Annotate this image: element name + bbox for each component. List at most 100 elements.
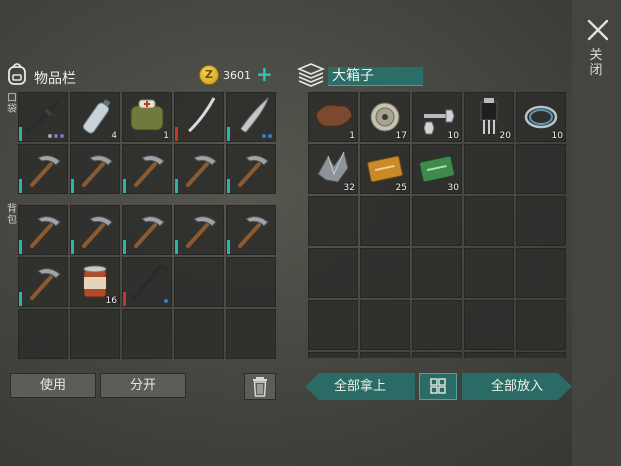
- rarity-bar: [227, 240, 230, 254]
- split-button[interactable]: 分开: [100, 373, 186, 398]
- rarity-bar: [123, 292, 126, 306]
- pocket-grid: 41: [18, 92, 276, 194]
- pickaxe-icon: [134, 216, 165, 248]
- item-count: 10: [447, 131, 459, 141]
- item-count: 10: [551, 131, 563, 141]
- pocket-slot[interactable]: 1: [122, 92, 172, 142]
- chest-slot[interactable]: 25: [360, 144, 410, 194]
- pickaxe-icon: [238, 216, 269, 248]
- rarity-bar: [19, 179, 22, 193]
- pocket-slot[interactable]: [70, 144, 120, 194]
- backpack-slot[interactable]: [122, 205, 172, 255]
- trash-button[interactable]: [244, 373, 276, 400]
- backpack-slot[interactable]: [174, 205, 224, 255]
- rarity-bar: [227, 179, 230, 193]
- inventory-title: 物品栏: [34, 71, 76, 87]
- backpack-slot[interactable]: [70, 205, 120, 255]
- chest-stack-icon: [297, 63, 325, 87]
- rarity-bar: [123, 179, 126, 193]
- chest-slot[interactable]: [308, 248, 358, 298]
- pickaxe-icon: [30, 155, 61, 187]
- backpack-slot[interactable]: [174, 257, 224, 307]
- pickaxe-icon: [30, 216, 61, 248]
- backpack-slot[interactable]: [122, 257, 172, 307]
- chest-slot[interactable]: [360, 300, 410, 350]
- chest-slot[interactable]: 32: [308, 144, 358, 194]
- backpack-slot[interactable]: [70, 309, 120, 359]
- chest-slot[interactable]: [412, 300, 462, 350]
- chest-title: 大箱子: [332, 68, 374, 84]
- backpack-slot[interactable]: [122, 309, 172, 359]
- item-count: 16: [105, 296, 117, 306]
- chest-grid: 1 17 10 20 10 32 25 30: [308, 92, 566, 358]
- sort-button[interactable]: [419, 373, 457, 400]
- backpack-slot[interactable]: [18, 309, 68, 359]
- katana-icon: [181, 97, 216, 139]
- chest-slot[interactable]: [360, 248, 410, 298]
- pocket-slot[interactable]: [226, 144, 276, 194]
- pickaxe-icon: [186, 155, 217, 187]
- chest-slot[interactable]: [464, 196, 514, 246]
- trash-icon: [253, 377, 267, 397]
- item-count: 17: [395, 131, 407, 141]
- backpack-slot[interactable]: [226, 205, 276, 255]
- pocket-slot[interactable]: [226, 92, 276, 142]
- chest-slot[interactable]: [464, 352, 514, 358]
- pocket-slot[interactable]: [18, 92, 68, 142]
- rarity-bar: [71, 179, 74, 193]
- item-count: 1: [163, 131, 169, 141]
- rarity-bar: [19, 127, 22, 141]
- chest-slot[interactable]: [308, 196, 358, 246]
- rarity-bar: [175, 127, 178, 141]
- pocket-slot[interactable]: [122, 144, 172, 194]
- chest-slot[interactable]: [516, 144, 566, 194]
- chest-name-field[interactable]: 大箱子: [328, 67, 423, 86]
- coin-icon: Z: [199, 65, 219, 85]
- chest-slot[interactable]: 17: [360, 92, 410, 142]
- chest-slot[interactable]: 1: [308, 92, 358, 142]
- use-button[interactable]: 使用: [10, 373, 96, 398]
- chest-slot[interactable]: [360, 196, 410, 246]
- chest-slot[interactable]: [464, 248, 514, 298]
- put-all-button[interactable]: 全部放入: [462, 373, 572, 400]
- chest-slot[interactable]: 10: [516, 92, 566, 142]
- chest-slot[interactable]: [412, 248, 462, 298]
- close-label[interactable]: 关闭: [588, 48, 604, 78]
- chest-slot[interactable]: [464, 144, 514, 194]
- pocket-slot[interactable]: 4: [70, 92, 120, 142]
- pocket-slot[interactable]: [18, 144, 68, 194]
- coin-count: 3601: [223, 69, 251, 82]
- item-count: 30: [447, 183, 459, 193]
- backpack-slot[interactable]: [226, 309, 276, 359]
- chest-slot[interactable]: [308, 300, 358, 350]
- chest-slot[interactable]: [308, 352, 358, 358]
- chest-slot[interactable]: [412, 196, 462, 246]
- rarity-bar: [123, 240, 126, 254]
- backpack-slot[interactable]: [174, 309, 224, 359]
- chest-slot[interactable]: [464, 300, 514, 350]
- item-count: 20: [499, 131, 511, 141]
- backpack-slot[interactable]: [18, 257, 68, 307]
- close-icon[interactable]: [584, 16, 612, 44]
- pocket-slot[interactable]: [174, 92, 224, 142]
- take-all-button[interactable]: 全部拿上: [305, 373, 415, 400]
- backpack-slot[interactable]: 16: [70, 257, 120, 307]
- chest-slot[interactable]: [516, 248, 566, 298]
- chest-slot[interactable]: 20: [464, 92, 514, 142]
- chest-slot[interactable]: 30: [412, 144, 462, 194]
- pickaxe-icon: [82, 155, 113, 187]
- chest-slot[interactable]: [412, 352, 462, 358]
- chest-slot[interactable]: [516, 352, 566, 358]
- pickaxe-icon: [238, 155, 269, 187]
- chest-slot[interactable]: [516, 300, 566, 350]
- pocket-slot[interactable]: [174, 144, 224, 194]
- add-coins-button[interactable]: +: [256, 63, 273, 85]
- item-count: 25: [395, 183, 407, 193]
- backpack-slot[interactable]: [226, 257, 276, 307]
- chest-slot[interactable]: [516, 196, 566, 246]
- item-count: 32: [343, 183, 355, 193]
- chest-slot[interactable]: 10: [412, 92, 462, 142]
- chest-slot[interactable]: [360, 352, 410, 358]
- backpack-grid: 16: [18, 205, 276, 359]
- backpack-slot[interactable]: [18, 205, 68, 255]
